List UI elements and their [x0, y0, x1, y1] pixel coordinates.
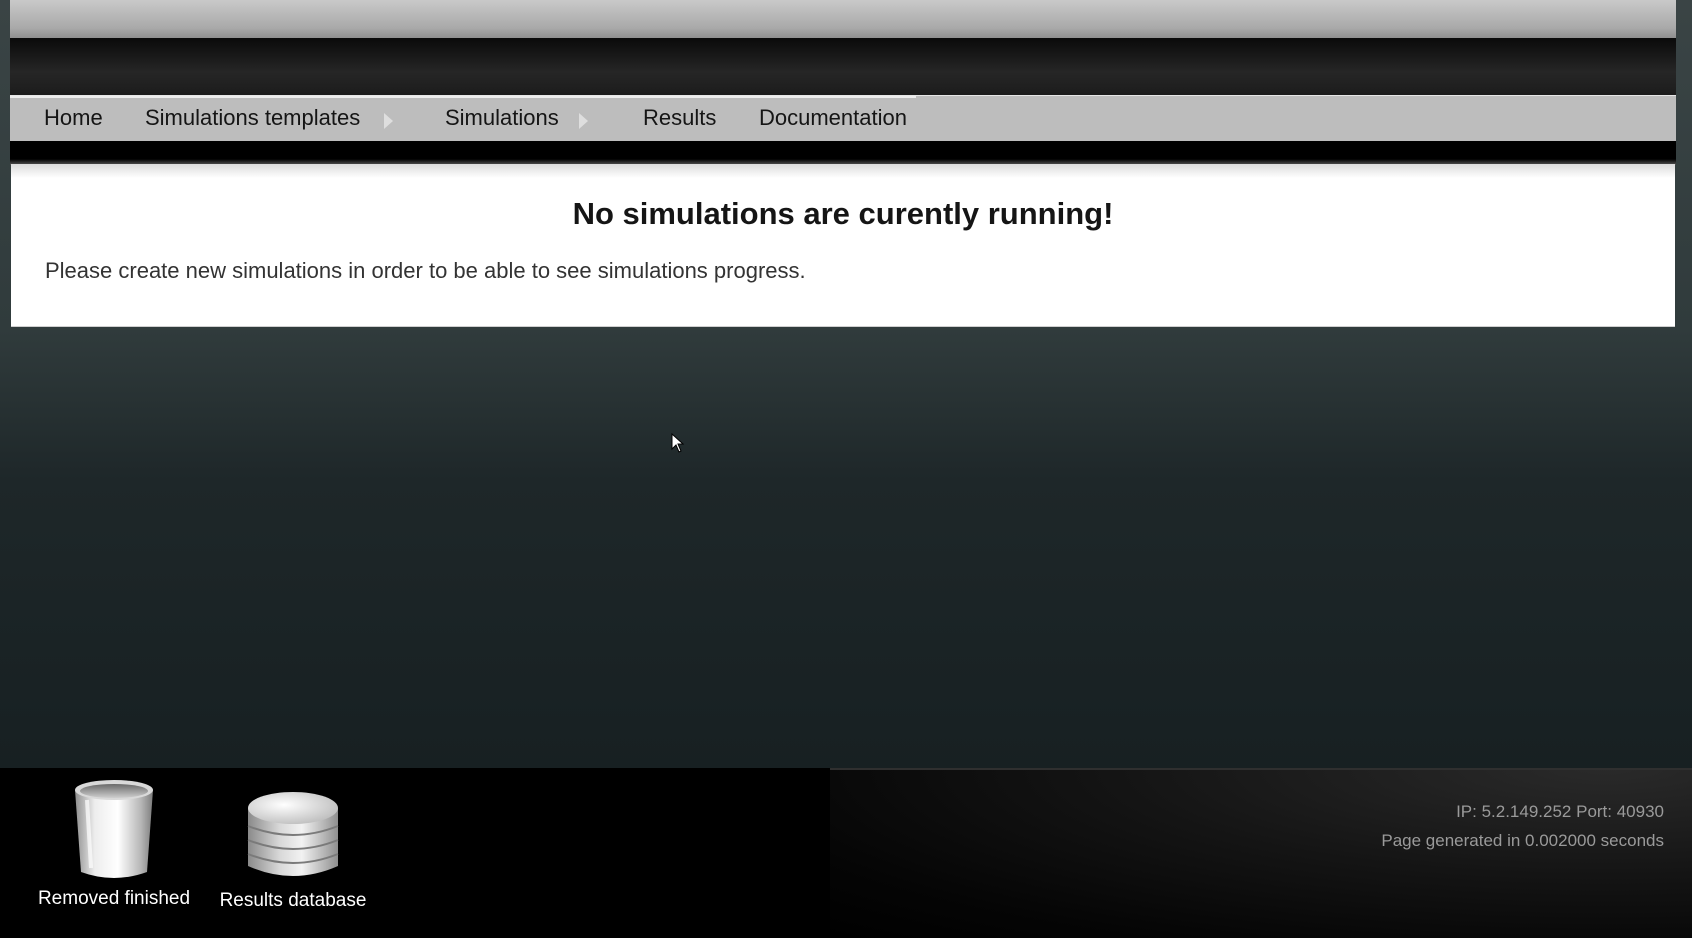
header-bar [10, 38, 1676, 95]
header-band [10, 141, 1676, 165]
page-generated-time: Page generated in 0.002000 seconds [1381, 831, 1664, 850]
removed-finished-label: Removed finished [37, 888, 191, 909]
nav-item-simulations[interactable]: Simulations [445, 96, 559, 142]
results-database-button[interactable]: Results database [218, 788, 368, 912]
nav-item-documentation[interactable]: Documentation [759, 96, 907, 142]
info-message: Please create new simulations in order t… [45, 258, 806, 283]
results-database-label: Results database [219, 890, 367, 911]
server-info: IP: 5.2.149.252 Port: 40930 [1456, 802, 1664, 821]
footer: Removed finished Results database IP: 5.… [0, 768, 1692, 938]
nav-item-label: Simulations [445, 105, 559, 130]
nav-item-label: Simulations templates [145, 105, 361, 130]
footer-divider [830, 768, 1692, 770]
submenu-arrow-icon [579, 113, 588, 129]
mouse-cursor-icon [671, 433, 685, 453]
nav-item-label: Home [44, 105, 103, 130]
top-strip [10, 0, 1676, 40]
trash-bin-icon [75, 780, 153, 878]
database-icon [247, 792, 339, 876]
page-title: No simulations are curently running! [572, 196, 1114, 231]
submenu-arrow-icon [384, 113, 393, 129]
content-panel: No simulations are curently running! Ple… [11, 164, 1675, 327]
removed-finished-button[interactable]: Removed finished [34, 778, 194, 910]
nav-item-label: Documentation [759, 105, 907, 130]
nav-item-simulations-templates[interactable]: Simulations templates [145, 96, 360, 142]
footer-decoration [830, 768, 1692, 938]
nav-item-results[interactable]: Results [643, 96, 716, 142]
nav-item-label: Results [643, 105, 717, 130]
main-nav: Home Simulations templates Simulations R… [10, 95, 1676, 141]
nav-item-home[interactable]: Home [44, 96, 103, 142]
